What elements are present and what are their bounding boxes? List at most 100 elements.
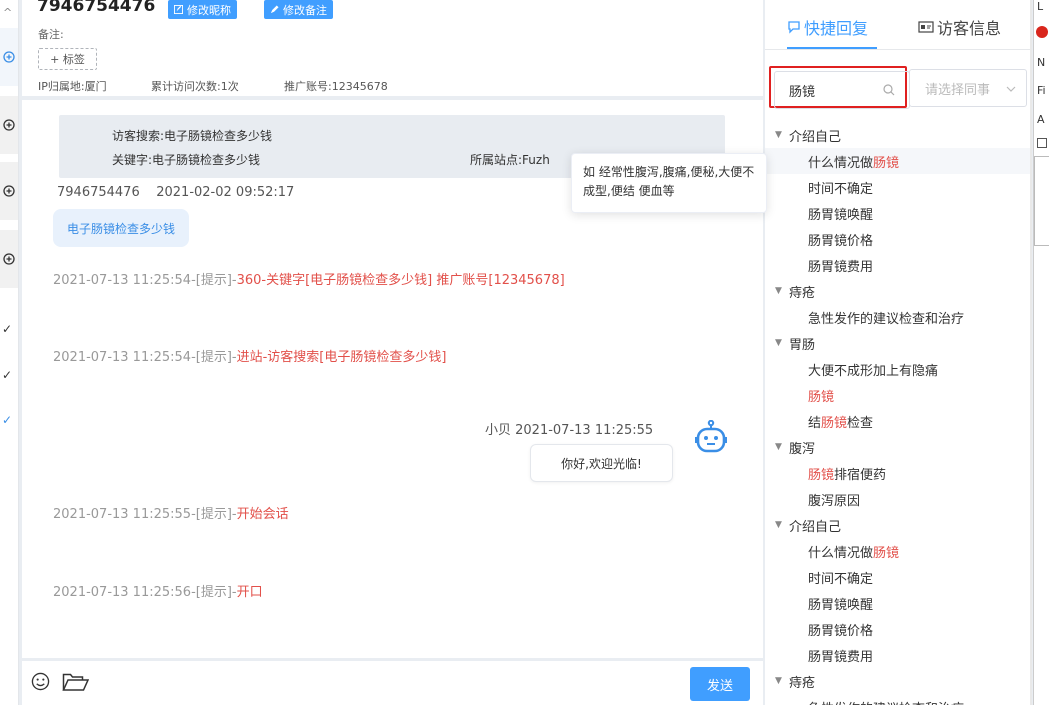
check-icon[interactable]: ✓ bbox=[2, 322, 12, 336]
chevron-down-icon bbox=[1006, 86, 1016, 92]
chat-bubble-icon bbox=[788, 21, 800, 34]
tree-item[interactable]: 大便不成形加上有隐痛 bbox=[765, 356, 1032, 382]
robot-avatar-icon bbox=[695, 420, 727, 453]
tree-item[interactable]: 腹泻原因 bbox=[765, 486, 1032, 512]
tree-group-label: 胃肠 bbox=[789, 337, 816, 353]
tree-item-text-pre: 结 bbox=[808, 415, 822, 431]
quick-reply-search-input[interactable]: 肠镜 bbox=[774, 71, 910, 109]
check-icon[interactable]: ✓ bbox=[2, 413, 12, 427]
search-input-value: 肠镜 bbox=[789, 84, 816, 100]
check-icon[interactable]: ✓ bbox=[2, 368, 12, 382]
tree-item[interactable]: 什么情况做 肠镜 bbox=[765, 148, 1032, 174]
quick-reply-preview-tooltip: 如 经常性腹泻,腹痛,便秘,大便不成型,便结 便血等 bbox=[571, 153, 767, 213]
tree-item[interactable]: 急性发作的建议检查和治疗 bbox=[765, 304, 1032, 330]
conversation-toggle-1[interactable] bbox=[0, 28, 18, 86]
tree-item-text-pre: 急性发作的建议检查和治疗 bbox=[808, 311, 965, 327]
pencil-icon bbox=[270, 5, 279, 14]
tab-visitor-info[interactable]: 访客信息 bbox=[918, 15, 1001, 39]
record-indicator-icon bbox=[1036, 26, 1048, 38]
add-circle-icon bbox=[3, 51, 15, 63]
visitor-title: 7946754476 bbox=[37, 0, 156, 16]
tree-group[interactable]: ▼ 痔疮 bbox=[765, 668, 1032, 694]
visitor-message-meta: 7946754476 2021-02-02 09:52:17 bbox=[57, 185, 295, 200]
tab-quick-reply-label: 快捷回复 bbox=[804, 19, 869, 38]
edit-nickname-label: 修改昵称 bbox=[187, 3, 231, 17]
add-circle-icon bbox=[3, 119, 15, 131]
checkbox[interactable] bbox=[1037, 138, 1047, 148]
edge-label: L bbox=[1037, 0, 1044, 13]
send-button[interactable]: 发送 bbox=[690, 667, 750, 701]
site: 所属站点:Fuzh bbox=[470, 153, 550, 167]
tab-visitor-info-label: 访客信息 bbox=[937, 19, 1002, 38]
tree-item-text-hl: 肠镜 bbox=[873, 155, 900, 171]
scrollbar[interactable] bbox=[1030, 0, 1032, 705]
caret-down-icon: ▼ bbox=[775, 442, 782, 452]
tree-item-text-pre: 什么情况做 bbox=[808, 545, 874, 561]
tree-group-label: 介绍自己 bbox=[789, 519, 842, 535]
visitor-search: 访客搜索:电子肠镜检查多少钱 bbox=[112, 129, 273, 143]
caret-down-icon: ▼ bbox=[775, 338, 782, 348]
tree-item[interactable]: 时间不确定 bbox=[765, 564, 1032, 590]
chevron-up-icon[interactable]: ^ bbox=[3, 6, 12, 19]
tab-quick-reply[interactable]: 快捷回复 bbox=[787, 15, 868, 39]
adjacent-window-edge: L N Fi A bbox=[1033, 0, 1049, 705]
tree-item-text-pre: 肠胃镜价格 bbox=[808, 233, 874, 249]
tree-item-text-pre: 时间不确定 bbox=[808, 571, 874, 587]
tree-item[interactable]: 结肠镜 检查 bbox=[765, 408, 1032, 434]
edge-panel bbox=[1034, 156, 1049, 246]
tab-divider bbox=[765, 49, 1032, 50]
tree-item[interactable]: 肠胃镜价格 bbox=[765, 616, 1032, 642]
tree-item-text-pre: 肠胃镜价格 bbox=[808, 623, 874, 639]
tree-item[interactable]: 肠胃镜费用 bbox=[765, 252, 1032, 278]
conversation-toggle-2[interactable] bbox=[0, 96, 18, 154]
quick-reply-tree: ▼ 介绍自己 什么情况做 肠镜 时间不确定 肠胃镜唤醒 肠胃镜价格 肠胃镜费用 ▼ 痔疮 急性发作的… bbox=[765, 122, 1032, 705]
tree-item-text-post: 排宿便药 bbox=[834, 467, 887, 483]
edit-nickname-button[interactable]: 修改昵称 bbox=[168, 0, 237, 19]
tree-group-label: 痔疮 bbox=[789, 675, 816, 691]
folder-open-icon[interactable] bbox=[62, 672, 89, 692]
edge-label: A bbox=[1037, 113, 1045, 126]
conversation-toggle-4[interactable] bbox=[0, 230, 18, 288]
tree-item-text-post: 检查 bbox=[847, 415, 874, 431]
tree-item-text-pre: 肠胃镜唤醒 bbox=[808, 597, 874, 613]
visitor-header: 7946754476 修改昵称 修改备注 备注: + 标签 IP归属地:厦门 累… bbox=[22, 0, 763, 96]
tree-item[interactable]: 急性发作的建议检查和治疗 bbox=[765, 694, 1032, 705]
edge-label: Fi bbox=[1037, 84, 1046, 97]
tree-item-text-pre: 肠胃镜唤醒 bbox=[808, 207, 874, 223]
tree-item-text-hl: 肠镜 bbox=[821, 415, 848, 431]
tree-item[interactable]: 肠镜 排宿便药 bbox=[765, 460, 1032, 486]
system-message-text: 进站-访客搜索[电子肠镜检查多少钱] bbox=[236, 350, 447, 365]
system-message-text: 360-关键字[电子肠镜检查多少钱] 推广账号[12345678] bbox=[236, 273, 565, 288]
tree-item[interactable]: 肠胃镜唤醒 bbox=[765, 200, 1032, 226]
tree-group[interactable]: ▼ 介绍自己 bbox=[765, 122, 1032, 148]
tree-item[interactable]: 时间不确定 bbox=[765, 174, 1032, 200]
caret-down-icon: ▼ bbox=[775, 130, 782, 140]
system-message: 2021-07-13 11:25:55-[提示]-开始会话 bbox=[53, 505, 573, 525]
tree-item[interactable]: 肠胃镜费用 bbox=[765, 642, 1032, 668]
tree-group[interactable]: ▼ 胃肠 bbox=[765, 330, 1032, 356]
tree-group[interactable]: ▼ 痔疮 bbox=[765, 278, 1032, 304]
system-message: 2021-07-13 11:25:56-[提示]-开口 bbox=[53, 583, 573, 603]
system-message: 2021-07-13 11:25:54-[提示]-进站-访客搜索[电子肠镜检查多… bbox=[53, 348, 573, 368]
emoji-icon[interactable] bbox=[31, 672, 50, 691]
add-tag-button[interactable]: + 标签 bbox=[38, 48, 97, 70]
tree-item[interactable]: 肠胃镜唤醒 bbox=[765, 590, 1032, 616]
tree-item-text-pre: 什么情况做 bbox=[808, 155, 874, 171]
right-panel: 快捷回复 访客信息 肠镜 请选择同事 ▼ 介绍自己 什么情况做 肠镜 时间不确定 肠胃镜唤… bbox=[765, 0, 1032, 705]
system-message-text: 开口 bbox=[236, 585, 263, 600]
tree-item[interactable]: 肠镜 bbox=[765, 382, 1032, 408]
tree-group[interactable]: ▼ 腹泻 bbox=[765, 434, 1032, 460]
tree-item-text-pre: 腹泻原因 bbox=[808, 493, 861, 509]
edit-remark-button[interactable]: 修改备注 bbox=[264, 0, 333, 19]
tree-item[interactable]: 肠胃镜价格 bbox=[765, 226, 1032, 252]
tree-item[interactable]: 什么情况做 肠镜 bbox=[765, 538, 1032, 564]
system-message-time: 2021-07-13 11:25:54-[提示]- bbox=[53, 350, 237, 365]
edge-label: N bbox=[1037, 56, 1046, 69]
app-window: ^ ✓ ✓ ✓ 7946754476 修改昵称 修改备注 备注: + 标签 IP… bbox=[0, 0, 1049, 705]
colleague-select[interactable]: 请选择同事 bbox=[909, 69, 1027, 107]
conversation-strip: ^ ✓ ✓ ✓ bbox=[0, 0, 19, 705]
tree-group-label: 腹泻 bbox=[789, 441, 816, 457]
tree-group[interactable]: ▼ 介绍自己 bbox=[765, 512, 1032, 538]
conversation-toggle-3[interactable] bbox=[0, 162, 18, 220]
add-circle-icon bbox=[3, 253, 15, 265]
